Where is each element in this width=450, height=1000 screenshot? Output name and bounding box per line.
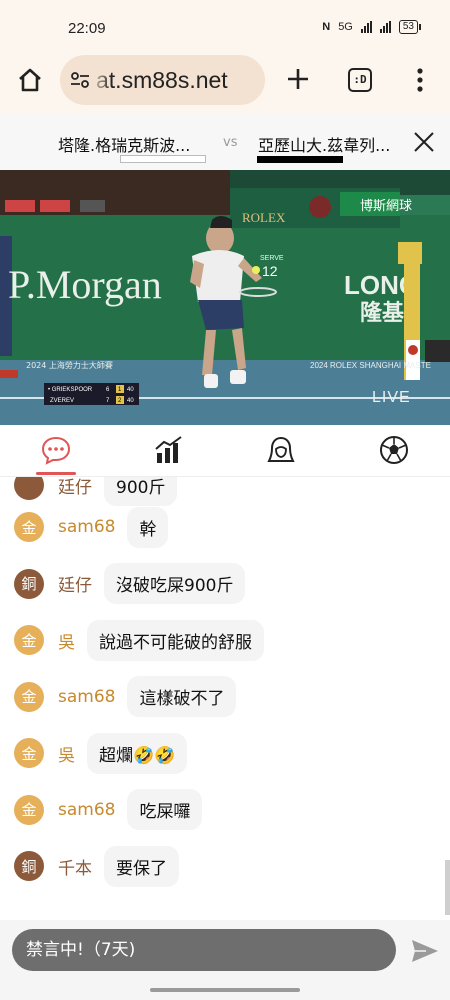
home-indicator[interactable] [150, 988, 300, 992]
live-badge: LIVE [372, 389, 411, 406]
content-tab-bar [0, 425, 450, 477]
chat-text: 幹 [127, 506, 169, 548]
user-badge: 金 [14, 794, 44, 825]
chat-message: 金吳說過不可能破的舒服 [14, 618, 264, 662]
user-badge: 金 [14, 512, 44, 542]
chat-message: 銅廷仔 沒破吃屎900斤 [14, 562, 246, 606]
url-text[interactable]: at.sm88s.net [96, 67, 228, 94]
chat-username[interactable]: 吳 [58, 741, 75, 766]
rolex-sign: ROLEX [242, 210, 286, 225]
longi-cn-banner: 隆基 [360, 301, 405, 326]
sponsor-green: 博斯網球 [360, 199, 412, 214]
chat-username[interactable]: 廷仔 [58, 571, 92, 596]
team-a-name: 塔隆.格瑞克斯波... [58, 136, 191, 155]
chat-icon[interactable] [41, 435, 71, 465]
chat-text: 說過不可能破的舒服 [87, 619, 264, 661]
status-time: 22:09 [68, 20, 106, 37]
scoreboard: • GRIEKSPOOR 6 1 40 ZVEREV 7 2 40 [44, 383, 139, 405]
user-badge [14, 477, 44, 500]
network-label: 5G [338, 21, 353, 33]
team-b-color [257, 156, 343, 163]
chat-text: 沒破吃屎900斤 [104, 563, 246, 604]
url-fade [90, 55, 112, 105]
jpmorgan-banner: P.Morgan [8, 262, 162, 307]
chat-message-partial: 廷仔 900斤 [14, 477, 178, 507]
score-p1-points: 40 [127, 387, 134, 393]
chat-message: 金吳超爛🤣🤣 [14, 731, 188, 775]
live-video-player[interactable]: ROLEX 博斯網球 P.Morgan LONG 隆基 SERVE 12 202… [0, 170, 450, 425]
match-header: 塔隆.格瑞克斯波... vs 亞歷山大.茲韋列... [0, 114, 450, 170]
chat-text: 吃屎囉 [127, 789, 203, 830]
vs-label: vs [223, 135, 238, 150]
chat-username[interactable]: 千本 [58, 854, 92, 879]
site-settings-icon[interactable] [70, 71, 90, 89]
ball-icon[interactable] [379, 435, 409, 465]
team-b-name: 亞歷山大.茲韋列... [258, 136, 391, 155]
tab-switcher-button[interactable]: :D [348, 68, 372, 92]
chat-text: 要保了 [104, 845, 179, 887]
lineup-icon[interactable] [266, 435, 296, 465]
signal-icon [360, 21, 372, 33]
chat-message: 金 sam68 幹 [14, 505, 169, 549]
score-player-2: ZVEREV [50, 398, 74, 404]
chat-username[interactable]: 廷仔 [58, 477, 92, 498]
event-left: 2024 上海勞力士大師賽 [26, 360, 113, 370]
chat-username[interactable]: sam68 [58, 517, 115, 537]
chat-message: 銅千本 要保了 [14, 844, 179, 888]
battery-icon: 53 [398, 20, 422, 34]
user-badge: 銅 [14, 851, 44, 881]
browser-toolbar: at.sm88s.net :D [0, 48, 450, 114]
status-bar: 22:09 N 5G 53 [0, 0, 450, 48]
team-a-color [120, 155, 206, 163]
signal-icon-2 [379, 21, 391, 33]
user-badge: 金 [14, 681, 44, 712]
new-tab-icon[interactable] [284, 65, 312, 93]
more-menu-icon[interactable] [412, 66, 428, 94]
serve-label: SERVE [260, 255, 284, 262]
score-p2-points: 40 [127, 398, 134, 404]
serve-speed: 12 [262, 263, 278, 279]
chat-message: 金 sam68 這樣破不了 [14, 675, 237, 719]
video-frame: ROLEX 博斯網球 P.Morgan LONG 隆基 SERVE 12 202… [0, 170, 450, 425]
send-icon[interactable] [410, 937, 440, 965]
chat-username[interactable]: 吳 [58, 628, 75, 653]
close-icon[interactable] [412, 130, 436, 154]
chat-message: 金 sam68 吃屎囉 [14, 788, 203, 832]
chat-scrollbar[interactable] [445, 860, 450, 915]
nfc-icon: N [322, 21, 331, 33]
chat-username[interactable]: sam68 [58, 687, 115, 707]
home-icon[interactable] [16, 66, 44, 94]
chat-input-muted[interactable]: 禁言中!（7天) [12, 929, 396, 971]
user-badge: 金 [14, 625, 44, 655]
chat-list[interactable]: 廷仔 900斤 金 sam68 幹銅廷仔 沒破吃屎900斤金吳說過不可能破的舒服金 sa… [0, 477, 450, 920]
event-right: 2024 ROLEX SHANGHAI MASTE [310, 361, 431, 370]
score-player-1: • GRIEKSPOOR [48, 387, 93, 393]
user-badge: 銅 [14, 568, 44, 599]
active-tab-indicator [36, 472, 76, 475]
chat-text: 超爛🤣🤣 [87, 732, 188, 774]
user-badge: 金 [14, 738, 44, 768]
chat-input-area: 禁言中!（7天) [0, 920, 450, 1000]
address-bar[interactable]: at.sm88s.net [60, 55, 265, 105]
stats-icon[interactable] [154, 435, 184, 465]
chat-text: 這樣破不了 [127, 676, 237, 717]
chat-username[interactable]: sam68 [58, 800, 115, 820]
chat-text: 900斤 [104, 477, 178, 506]
status-icons: N 5G 53 [322, 20, 422, 34]
